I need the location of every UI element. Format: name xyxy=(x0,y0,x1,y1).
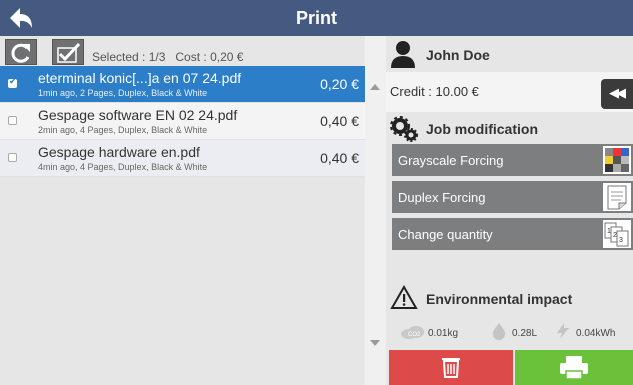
grayscale-forcing-button[interactable]: Grayscale Forcing xyxy=(392,144,633,176)
job-row[interactable]: ✔ eterminal konic[...]a en 07 24.pdf 1mi… xyxy=(0,66,365,103)
delete-button[interactable] xyxy=(389,350,513,385)
job-toolbar: Selected : 1/3 Cost : 0,20 € xyxy=(0,36,365,66)
refresh-button[interactable] xyxy=(5,39,37,65)
credit-row: Credit : 10.00 € ◀◀ xyxy=(386,72,633,112)
user-row: John Doe xyxy=(386,36,633,72)
co2-value: 0.01kg xyxy=(428,328,459,339)
job-row[interactable]: Gespage hardware en.pdf 4min ago, 4 Page… xyxy=(0,140,365,177)
job-meta: 1min ago, 2 Pages, Duplex, Black & White xyxy=(38,88,208,98)
change-quantity-button[interactable]: Change quantity 1 2 3 xyxy=(392,218,633,250)
page-title: Print xyxy=(295,8,337,28)
color-palette-icon xyxy=(603,146,631,174)
svg-text:3: 3 xyxy=(619,237,623,244)
check-icon: ✔ xyxy=(9,76,17,86)
selected-cost: Cost : 0,20 € xyxy=(175,50,244,64)
environmental-impact-title: Environmental impact xyxy=(426,291,573,307)
job-cost: 0,40 € xyxy=(320,150,359,166)
energy-value: 0.04kWh xyxy=(576,328,616,339)
recycle-warning-icon xyxy=(390,284,418,309)
duplex-forcing-label: Duplex Forcing xyxy=(398,190,486,205)
header-bar: Print xyxy=(0,0,633,36)
job-modification-header: Job modification xyxy=(386,112,633,144)
select-all-button[interactable] xyxy=(52,39,84,65)
svg-text:2: 2 xyxy=(613,232,617,239)
job-list: ✔ eterminal konic[...]a en 07 24.pdf 1mi… xyxy=(0,66,365,177)
copies-icon: 1 2 3 xyxy=(603,220,631,248)
user-name: John Doe xyxy=(426,47,490,63)
duplex-forcing-button[interactable]: Duplex Forcing xyxy=(392,181,633,213)
environmental-impact-values: CO2 0.01kg 0.28L 0.04kWh xyxy=(386,318,633,348)
water-drop-icon xyxy=(492,323,506,340)
printer-icon xyxy=(560,356,588,380)
job-meta: 4min ago, 4 Pages, Duplex, Black & White xyxy=(38,162,208,172)
job-list-scrollbar[interactable] xyxy=(365,36,386,385)
action-bar xyxy=(389,350,633,385)
selection-summary: Selected : 1/3 Cost : 0,20 € xyxy=(92,50,253,64)
job-checkbox[interactable] xyxy=(8,153,17,162)
collapse-panel-button[interactable]: ◀◀ xyxy=(601,79,633,109)
scroll-down-arrow-icon[interactable] xyxy=(370,340,380,346)
job-name: Gespage hardware en.pdf xyxy=(38,144,200,160)
job-checkbox[interactable] xyxy=(8,116,17,125)
user-icon xyxy=(391,41,415,68)
job-row[interactable]: Gespage software EN 02 24.pdf 2min ago, … xyxy=(0,103,365,140)
lightning-icon xyxy=(557,323,569,339)
environmental-impact-header: Environmental impact xyxy=(386,282,633,314)
svg-text:1: 1 xyxy=(607,228,611,235)
job-meta: 2min ago, 4 Pages, Duplex, Black & White xyxy=(38,125,208,135)
refresh-icon xyxy=(11,43,30,63)
double-chevron-left-icon: ◀◀ xyxy=(609,85,626,100)
check-all-icon xyxy=(57,42,81,63)
job-checkbox[interactable]: ✔ xyxy=(8,76,17,88)
grayscale-forcing-label: Grayscale Forcing xyxy=(398,153,504,168)
duplex-page-icon xyxy=(603,183,631,211)
job-modification-title: Job modification xyxy=(426,121,538,137)
credit-balance: Credit : 10.00 € xyxy=(390,84,479,99)
water-value: 0.28L xyxy=(512,328,538,339)
trash-icon xyxy=(442,358,460,378)
gears-icon xyxy=(390,116,418,142)
info-panel: John Doe Credit : 10.00 € ◀◀ Job modific… xyxy=(386,36,633,385)
job-cost: 0,20 € xyxy=(320,76,359,92)
job-name: Gespage software EN 02 24.pdf xyxy=(38,107,238,123)
change-quantity-label: Change quantity xyxy=(398,227,493,242)
svg-text:CO2: CO2 xyxy=(408,332,421,338)
scroll-up-arrow-icon[interactable] xyxy=(370,84,380,90)
job-name: eterminal konic[...]a en 07 24.pdf xyxy=(38,70,242,86)
job-panel: Selected : 1/3 Cost : 0,20 € ✔ eterminal … xyxy=(0,36,365,385)
print-button[interactable] xyxy=(515,350,633,385)
co2-cloud-icon: CO2 xyxy=(401,326,424,339)
selected-count: Selected : 1/3 xyxy=(92,50,166,64)
job-cost: 0,40 € xyxy=(320,113,359,129)
